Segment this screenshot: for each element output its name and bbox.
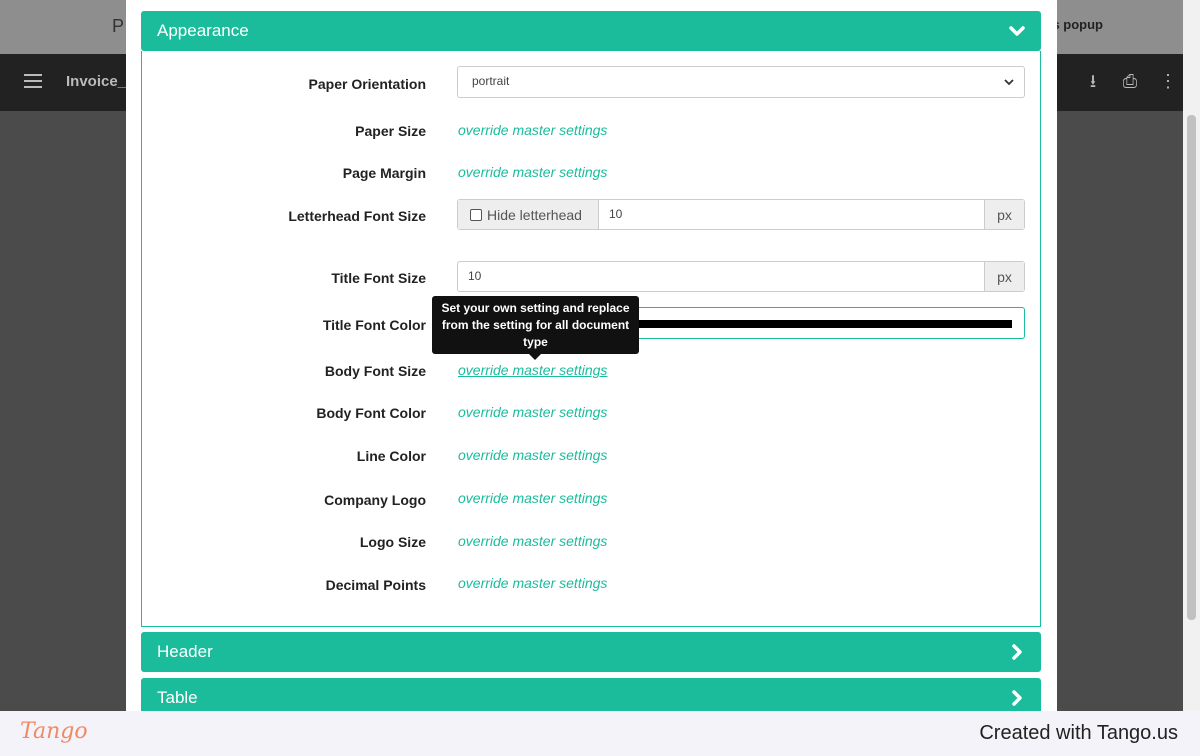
title-font-size-input[interactable]: 10 — [458, 262, 984, 291]
section-appearance-label: Appearance — [157, 21, 249, 40]
title-font-size-label: Title Font Size — [331, 270, 426, 286]
company-logo-override-link[interactable]: override master settings — [458, 490, 607, 506]
body-font-color-override-link[interactable]: override master settings — [458, 404, 607, 420]
tooltip-arrow — [529, 354, 541, 360]
override-tooltip: Set your own setting and replace from th… — [432, 296, 639, 360]
body-font-size-override-link[interactable]: override master settings — [458, 362, 607, 378]
title-font-size-group: 10 px — [457, 261, 1025, 292]
section-appearance[interactable]: Appearance — [141, 11, 1041, 51]
letterhead-unit: px — [984, 200, 1024, 229]
title-font-color-label: Title Font Color — [322, 317, 426, 333]
page-margin-override-link[interactable]: override master settings — [458, 164, 607, 180]
line-color-override-link[interactable]: override master settings — [458, 447, 607, 463]
page-scrollbar[interactable] — [1183, 0, 1200, 711]
download-icon[interactable]: ⭳ — [1082, 70, 1104, 92]
chevron-down-icon — [1004, 79, 1014, 86]
created-with-credit: Created with Tango.us — [979, 722, 1178, 744]
paper-size-label: Paper Size — [355, 123, 426, 139]
hide-letterhead-addon[interactable]: Hide letterhead — [458, 200, 599, 229]
chevron-right-icon — [1012, 644, 1022, 660]
tango-logo: Tango — [20, 719, 88, 744]
letterhead-font-size-label: Letterhead Font Size — [288, 208, 426, 224]
decimal-points-override-link[interactable]: override master settings — [458, 575, 607, 591]
company-logo-label: Company Logo — [324, 492, 426, 508]
document-name: Invoice_I — [66, 73, 131, 90]
logo-size-override-link[interactable]: override master settings — [458, 533, 607, 549]
body-font-size-label: Body Font Size — [324, 363, 426, 379]
section-table-label: Table — [157, 688, 198, 707]
letterhead-font-size-group: Hide letterhead 10 px — [457, 199, 1025, 230]
section-header-label: Header — [157, 642, 213, 661]
background-popup-label: s popup — [1052, 17, 1103, 32]
paper-orientation-value: portrait — [472, 74, 510, 88]
background-title: P — [112, 16, 125, 36]
settings-modal: Appearance Paper Orientation portrait Pa… — [126, 0, 1057, 718]
section-header[interactable]: Header — [141, 632, 1041, 672]
hide-letterhead-checkbox[interactable] — [470, 208, 482, 221]
hide-letterhead-label: Hide letterhead — [487, 206, 582, 223]
title-font-size-unit: px — [984, 262, 1024, 291]
letterhead-font-size-input[interactable]: 10 — [599, 200, 984, 229]
paper-orientation-label: Paper Orientation — [308, 76, 426, 92]
print-icon[interactable]: ⎙ — [1119, 70, 1141, 92]
scrollbar-thumb[interactable] — [1187, 115, 1196, 620]
paper-orientation-select[interactable]: portrait — [457, 66, 1025, 98]
chevron-down-icon — [1009, 26, 1025, 36]
body-font-color-label: Body Font Color — [316, 405, 426, 421]
more-options-icon[interactable]: ⋮ — [1157, 70, 1179, 92]
tooltip-text: Set your own setting and replace from th… — [441, 301, 630, 349]
paper-size-override-link[interactable]: override master settings — [458, 122, 607, 138]
logo-size-label: Logo Size — [359, 534, 426, 550]
tango-footer: Tango Created with Tango.us — [0, 711, 1200, 756]
page-margin-label: Page Margin — [342, 165, 426, 181]
line-color-label: Line Color — [356, 448, 426, 464]
hamburger-menu-icon[interactable] — [24, 74, 42, 88]
chevron-right-icon — [1012, 690, 1022, 706]
decimal-points-label: Decimal Points — [325, 577, 426, 593]
